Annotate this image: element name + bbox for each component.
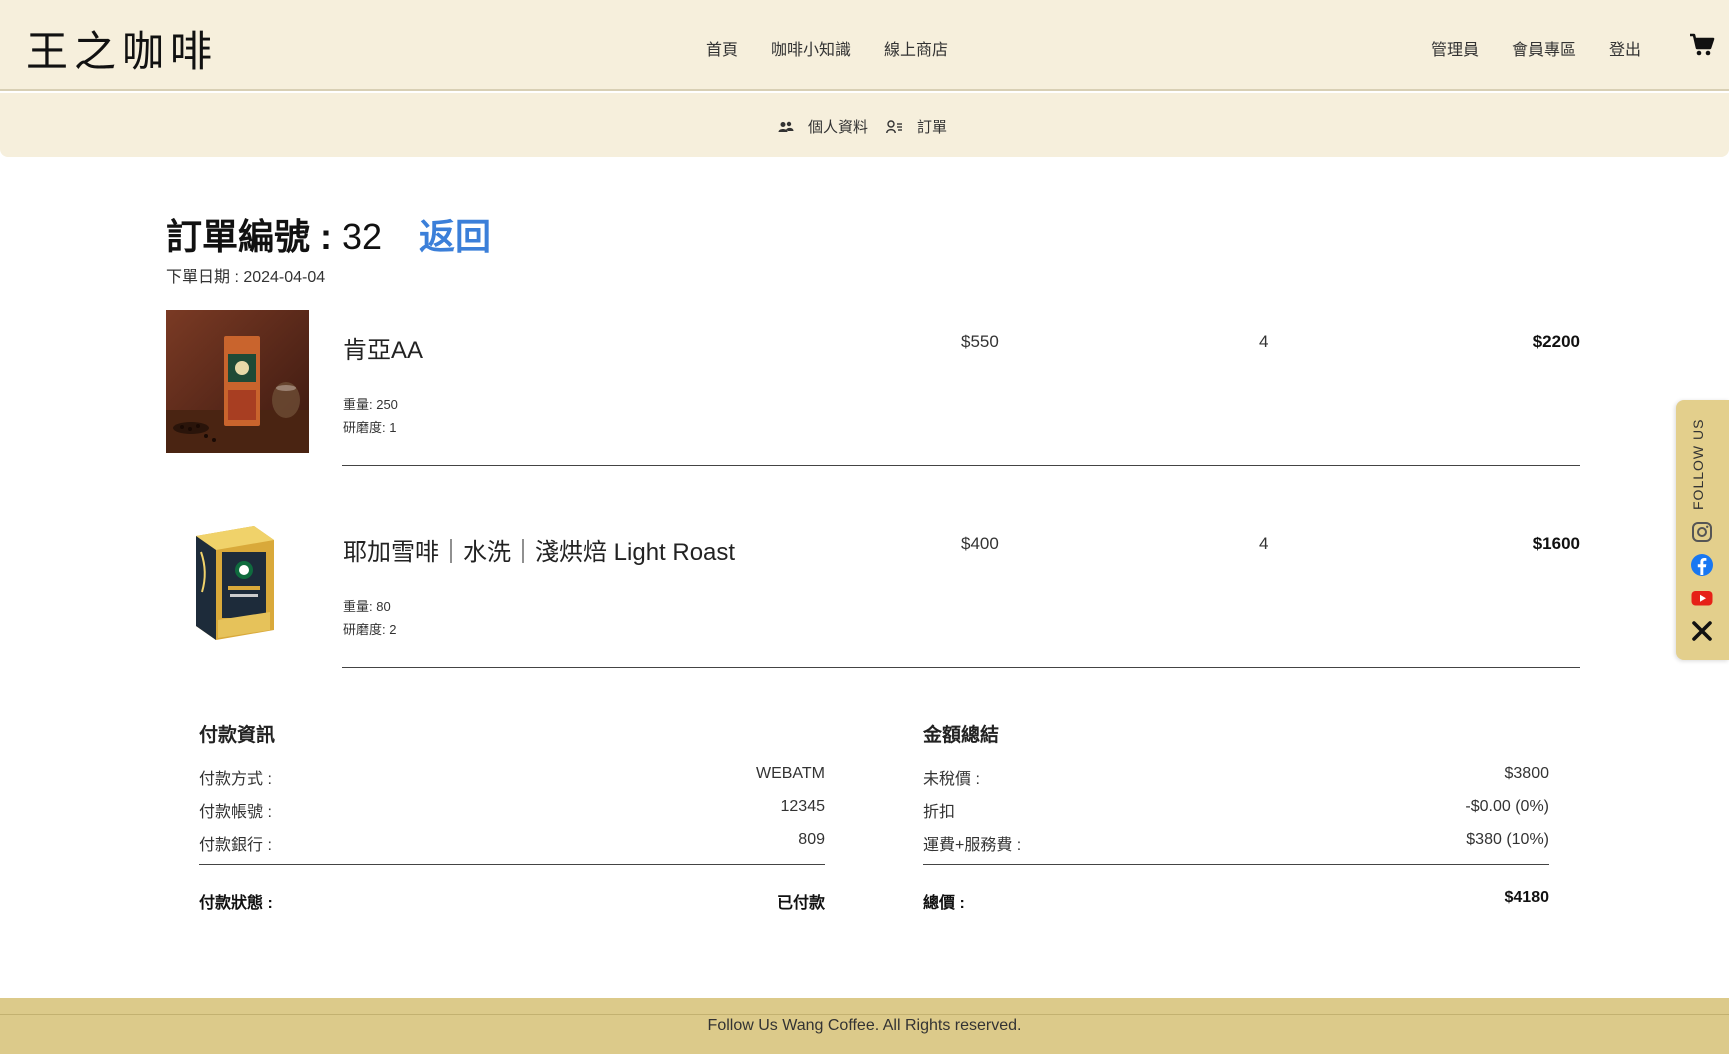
member-subnav: 個人資料 訂單 xyxy=(0,93,1729,157)
nav-online-shop[interactable]: 線上商店 xyxy=(884,36,948,60)
summary-divider xyxy=(199,864,825,865)
main-menu: 首頁 咖啡小知識 線上商店 xyxy=(706,36,981,60)
row-label: 付款帳號 : xyxy=(199,804,272,821)
row-label: 付款方式 : xyxy=(199,771,272,788)
amount-summary-heading: 金額總結 xyxy=(923,725,1000,746)
row-value: WEBATM xyxy=(755,765,825,782)
order-date: 下單日期 : 2024-04-04 xyxy=(166,269,326,286)
nav-coffee-knowledge[interactable]: 咖啡小知識 xyxy=(771,36,851,60)
item-subtotal: $1600 xyxy=(1532,534,1580,553)
back-link[interactable]: 返回 xyxy=(419,208,491,260)
nav-logout[interactable]: 登出 xyxy=(1609,36,1641,60)
product-image-kenya-aa[interactable] xyxy=(166,310,309,453)
row-value: -$0.00 (0%) xyxy=(1465,798,1549,815)
row-value: 12345 xyxy=(780,798,826,815)
row-value: 809 xyxy=(798,831,825,848)
payment-info-section: 付款資訊 付款方式 : WEBATM 付款帳號 : 12345 付款銀行 : 8… xyxy=(199,720,826,912)
nav-admin[interactable]: 管理員 xyxy=(1431,36,1479,60)
item-weight: 重量: 80 xyxy=(343,599,391,614)
user-list-icon xyxy=(886,119,903,133)
footer-copyright: Follow Us Wang Coffee. All Rights reserv… xyxy=(707,1017,1022,1034)
item-grind: 研磨度: 1 xyxy=(343,420,397,435)
order-title: 訂單編號 : 32 xyxy=(166,208,382,260)
item-divider xyxy=(342,465,1580,466)
cart-icon[interactable] xyxy=(1689,33,1715,57)
instagram-icon[interactable] xyxy=(1690,520,1714,544)
order-number: 32 xyxy=(342,216,383,257)
item-weight: 重量: 250 xyxy=(343,397,398,412)
order-title-prefix: 訂單編號 : xyxy=(166,216,342,257)
item-unit-price: $400 xyxy=(961,534,999,553)
order-item: 耶加雪啡｜水洗｜淺烘焙 Light Roast $400 4 $1600 重量:… xyxy=(166,512,1580,669)
item-subtotal: $2200 xyxy=(1532,332,1580,351)
item-name: 耶加雪啡｜水洗｜淺烘焙 Light Roast xyxy=(343,539,736,566)
row-label: 付款銀行 : xyxy=(199,837,272,854)
item-divider xyxy=(342,667,1580,668)
payment-info-heading: 付款資訊 xyxy=(199,725,276,746)
footer-divider xyxy=(0,1014,1729,1015)
user-menu: 管理員 會員專區 登出 xyxy=(1398,36,1641,60)
order-item: 肯亞AA $550 4 $2200 重量: 250 研磨度: 1 xyxy=(166,310,1580,467)
item-quantity: 4 xyxy=(1259,332,1269,351)
summary-divider xyxy=(923,864,1549,865)
footer: Follow Us Wang Coffee. All Rights reserv… xyxy=(0,998,1729,1054)
facebook-icon[interactable] xyxy=(1690,553,1714,577)
subnav-orders[interactable]: 訂單 xyxy=(886,116,947,137)
subnav-orders-label: 訂單 xyxy=(917,119,948,136)
row-label: 付款狀態 : xyxy=(199,895,273,912)
follow-us-bar: FOLLOW US xyxy=(1676,400,1729,660)
top-navbar: 王之咖啡 首頁 咖啡小知識 線上商店 管理員 會員專區 登出 xyxy=(0,0,1729,91)
grand-total-value: $4180 xyxy=(1504,889,1550,906)
row-label: 總價 : xyxy=(923,895,965,912)
item-quantity: 4 xyxy=(1259,534,1269,553)
row-label: 未稅價 : xyxy=(923,771,980,788)
x-icon[interactable] xyxy=(1690,619,1714,643)
payment-status-value: 已付款 xyxy=(776,895,825,912)
youtube-icon[interactable] xyxy=(1690,586,1714,610)
item-name: 肯亞AA xyxy=(343,337,424,364)
subnav-profile-label: 個人資料 xyxy=(808,119,869,136)
follow-us-label: FOLLOW US xyxy=(1690,418,1706,510)
nav-home[interactable]: 首頁 xyxy=(706,36,738,60)
subnav-profile[interactable]: 個人資料 xyxy=(778,116,868,137)
item-grind: 研磨度: 2 xyxy=(343,622,397,637)
row-label: 折扣 xyxy=(923,804,956,821)
amount-summary-section: 金額總結 未稅價 : $3800 折扣 -$0.00 (0%) 運費+服務費 :… xyxy=(923,720,1550,912)
site-logo[interactable]: 王之咖啡 xyxy=(26,18,218,79)
item-unit-price: $550 xyxy=(961,332,999,351)
row-value: $380 (10%) xyxy=(1466,831,1549,848)
product-image-yirgacheffe[interactable] xyxy=(166,512,309,655)
row-label: 運費+服務費 : xyxy=(923,837,1022,854)
users-icon xyxy=(778,121,794,132)
nav-member-area[interactable]: 會員專區 xyxy=(1512,36,1576,60)
row-value: $3800 xyxy=(1504,765,1550,782)
